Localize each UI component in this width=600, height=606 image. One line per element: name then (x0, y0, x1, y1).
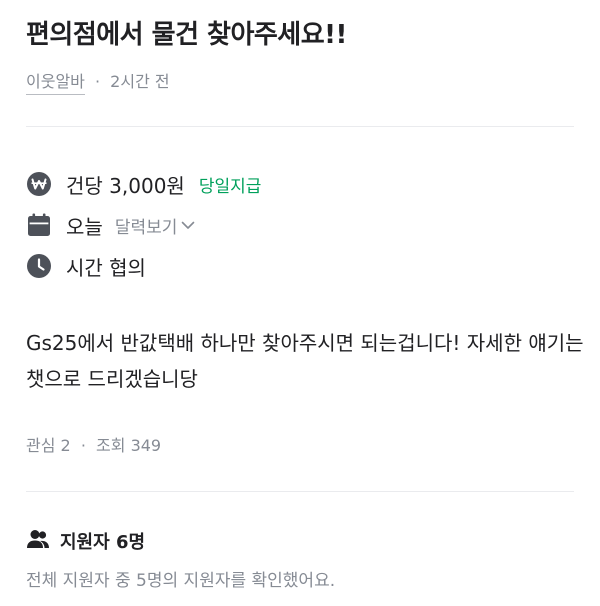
post-meta: 이웃알바 · 2시간 전 (26, 68, 170, 95)
interest-label: 관심 (26, 436, 56, 455)
post-description: Gs25에서 반값택배 하나만 찾아주시면 되는겁니다! 자세한 얘기는 챗으로… (26, 331, 584, 391)
views-label: 조회 (96, 436, 126, 455)
post-time: 2시간 전 (110, 72, 170, 91)
date-row: 오늘 달력보기 (26, 210, 196, 240)
people-icon (26, 528, 50, 554)
author-link[interactable]: 이웃알바 (26, 72, 85, 95)
pay-text: 건당 3,000원 (66, 173, 185, 198)
interest-count: 2 (60, 436, 71, 455)
divider (26, 126, 574, 127)
views-count: 349 (130, 436, 162, 455)
view-calendar-button[interactable]: 달력보기 (115, 213, 197, 238)
date-text: 오늘 (66, 214, 103, 239)
same-day-pay-badge: 당일지급 (198, 176, 262, 197)
pay-row: 건당 3,000원 당일지급 (26, 169, 261, 199)
chevron-down-icon (180, 217, 196, 233)
post-stats: 관심 2 · 조회 349 (26, 432, 161, 456)
calendar-icon (26, 212, 52, 238)
won-coin-icon (26, 171, 52, 197)
divider (26, 491, 574, 492)
applicants-header: 지원자 6명 (26, 528, 145, 554)
meta-separator: · (94, 72, 101, 91)
job-post-detail: 편의점에서 물건 찾아주세요!! 이웃알바 · 2시간 전 건당 3,000원 … (0, 0, 600, 606)
applicants-note: 전체 지원자 중 5명의 지원자를 확인했어요. (26, 571, 336, 591)
view-calendar-label: 달력보기 (114, 217, 178, 238)
time-row: 시간 협의 (26, 251, 146, 281)
time-text: 시간 협의 (66, 255, 146, 280)
stats-separator: · (80, 436, 86, 455)
clock-icon (26, 253, 52, 279)
applicants-count: 지원자 6명 (60, 532, 146, 553)
post-title: 편의점에서 물건 찾아주세요!! (26, 20, 347, 50)
